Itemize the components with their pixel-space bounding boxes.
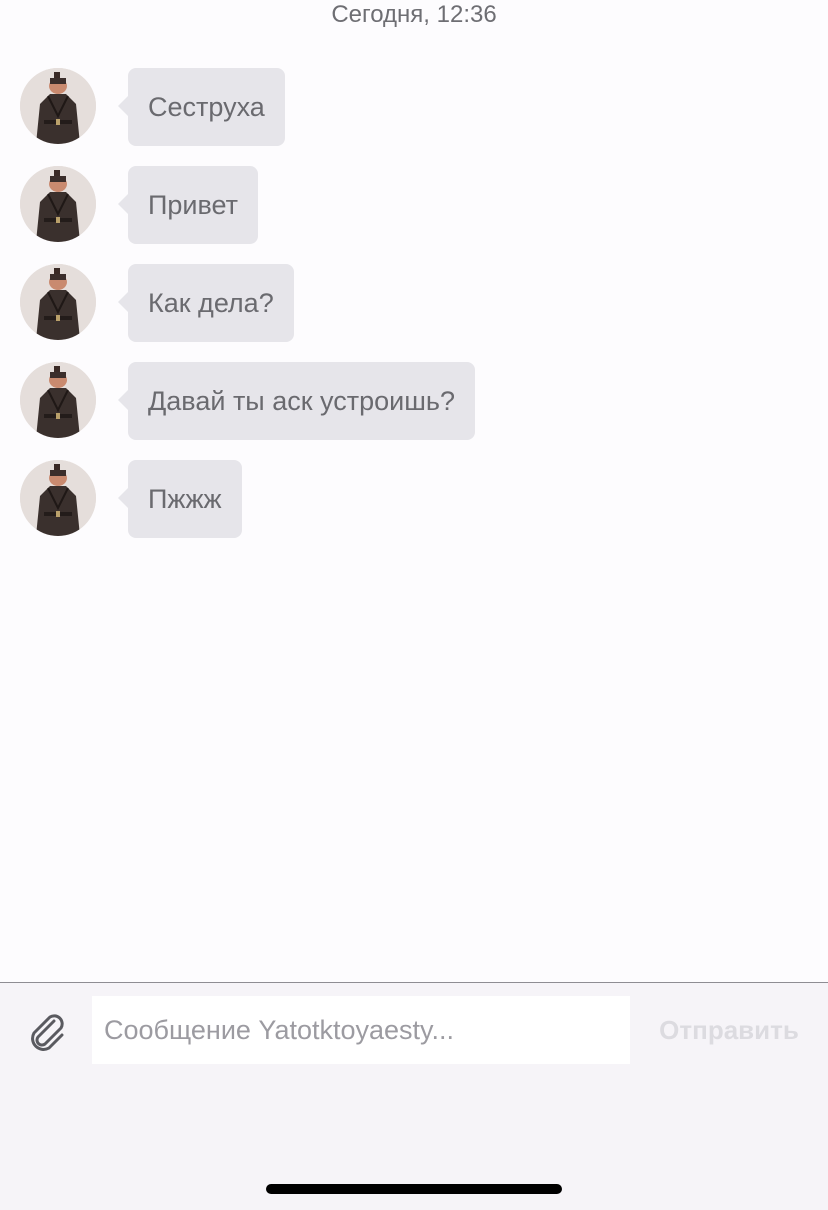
message-input[interactable] (92, 996, 630, 1064)
composer-bar: Отправить (0, 982, 828, 1210)
message-bubble[interactable]: Привет (117, 166, 259, 244)
message-bubble[interactable]: Давай ты аск устроишь? (118, 362, 475, 440)
message-list: Сеструха Привет Как дела? Давай ты аск у… (0, 68, 828, 558)
avatar[interactable] (20, 68, 96, 144)
avatar-image (20, 362, 96, 438)
avatar[interactable] (20, 460, 96, 536)
avatar-image (20, 460, 96, 536)
avatar-image (20, 264, 96, 340)
home-indicator (266, 1184, 562, 1194)
avatar-image (20, 166, 96, 242)
message-row: Пжжж (0, 460, 828, 538)
message-row: Как дела? (0, 264, 828, 342)
avatar-image (20, 68, 96, 144)
avatar[interactable] (20, 362, 96, 438)
avatar[interactable] (20, 264, 96, 340)
date-separator: Сегодня, 12:36 (331, 1, 497, 28)
send-button[interactable]: Отправить (648, 996, 810, 1064)
message-bubble[interactable]: Сеструха (118, 68, 285, 146)
message-row: Привет (0, 166, 828, 244)
message-bubble[interactable]: Как дела? (118, 264, 294, 342)
paperclip-icon[interactable] (24, 1009, 68, 1053)
message-row: Давай ты аск устроишь? (0, 362, 828, 440)
message-row: Сеструха (0, 68, 828, 146)
message-bubble[interactable]: Пжжж (118, 460, 242, 538)
avatar[interactable] (20, 166, 96, 242)
